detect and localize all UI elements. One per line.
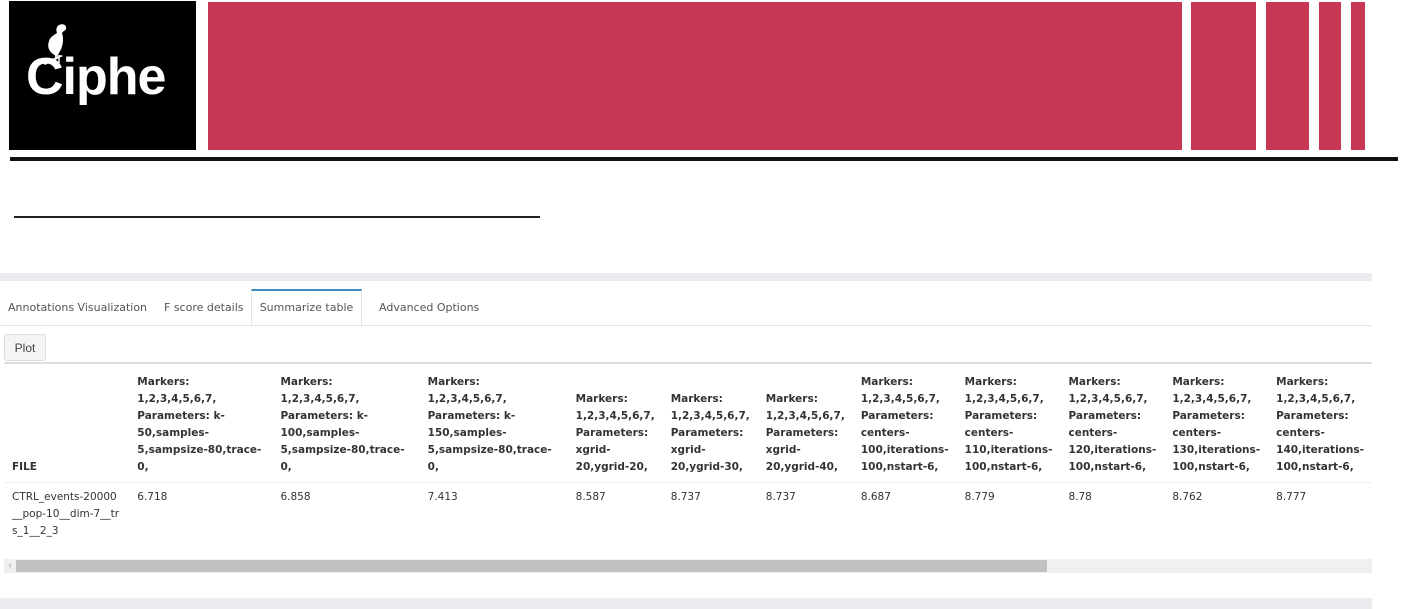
file-cell: CTRL_events-20000__pop-10__dim-7__trs_1_… [4, 481, 130, 546]
summary-table-container: FILE Markers: 1,2,3,4,5,6,7, Parameters:… [4, 362, 1372, 578]
table-row: CTRL_events-20000__pop-10__dim-7__trs_1_… [4, 481, 1372, 546]
results-panel: Annotations Visualization F score detail… [0, 273, 1372, 583]
column-header[interactable]: Markers: 1,2,3,4,5,6,7, Parameters: xgri… [758, 364, 853, 482]
header-divider [10, 157, 1398, 161]
table-cell: 8.687 [852, 481, 957, 546]
header-stripe-2 [1266, 2, 1309, 150]
table-cell: 8.78 [1060, 481, 1165, 546]
summary-table: FILE Markers: 1,2,3,4,5,6,7, Parameters:… [4, 364, 1372, 546]
table-header-row: FILE Markers: 1,2,3,4,5,6,7, Parameters:… [4, 364, 1372, 482]
column-header[interactable]: Markers: 1,2,3,4,5,6,7, Parameters: cent… [1060, 364, 1164, 482]
table-cell: 8.737 [757, 481, 853, 546]
tab-summarize-table[interactable]: Summarize table [251, 289, 362, 325]
title-underline [14, 216, 540, 218]
scroll-thumb[interactable] [16, 560, 1047, 572]
header-stripe-4 [1351, 2, 1365, 150]
column-header[interactable]: Markers: 1,2,3,4,5,6,7, Parameters: cent… [1164, 364, 1268, 482]
column-header[interactable]: Markers: 1,2,3,4,5,6,7, Parameters: cent… [1268, 364, 1372, 482]
column-header[interactable]: Markers: 1,2,3,4,5,6,7, Parameters: k-15… [420, 364, 568, 482]
tab-bar: Annotations Visualization F score detail… [0, 289, 1372, 326]
table-cell: 6.858 [272, 481, 420, 546]
scroll-left-arrow-icon[interactable]: ‹ [4, 559, 16, 573]
header-stripe-3 [1319, 2, 1341, 150]
tab-annotations-visualization[interactable]: Annotations Visualization [8, 289, 147, 325]
column-header[interactable]: Markers: 1,2,3,4,5,6,7, Parameters: k-50… [129, 364, 272, 482]
plot-button[interactable]: Plot [4, 334, 46, 361]
table-cell: 7.413 [419, 481, 568, 546]
ciphe-logo: Ciphe [9, 1, 196, 150]
table-cell: 6.718 [129, 481, 273, 546]
column-header[interactable]: FILE [4, 364, 129, 482]
header-banner [208, 2, 1182, 150]
horizontal-scrollbar[interactable]: ‹ [4, 559, 1372, 573]
table-cell: 8.779 [956, 481, 1061, 546]
column-header[interactable]: Markers: 1,2,3,4,5,6,7, Parameters: cent… [957, 364, 1061, 482]
column-header[interactable]: Markers: 1,2,3,4,5,6,7, Parameters: cent… [853, 364, 957, 482]
footer-band [0, 598, 1372, 609]
column-header[interactable]: Markers: 1,2,3,4,5,6,7, Parameters: xgri… [663, 364, 758, 482]
header-stripe-1 [1191, 2, 1256, 150]
table-cell: 8.762 [1164, 481, 1269, 546]
table-cell: 8.587 [567, 481, 663, 546]
tab-advanced-options[interactable]: Advanced Options [379, 289, 479, 325]
table-cell: 8.777 [1268, 481, 1372, 546]
column-header[interactable]: Markers: 1,2,3,4,5,6,7, Parameters: k-10… [272, 364, 419, 482]
logo-text: Ciphe [26, 48, 166, 106]
tab-f-score-details[interactable]: F score details [164, 289, 244, 325]
column-header[interactable]: Markers: 1,2,3,4,5,6,7, Parameters: xgri… [568, 364, 663, 482]
table-cell: 8.737 [662, 481, 758, 546]
